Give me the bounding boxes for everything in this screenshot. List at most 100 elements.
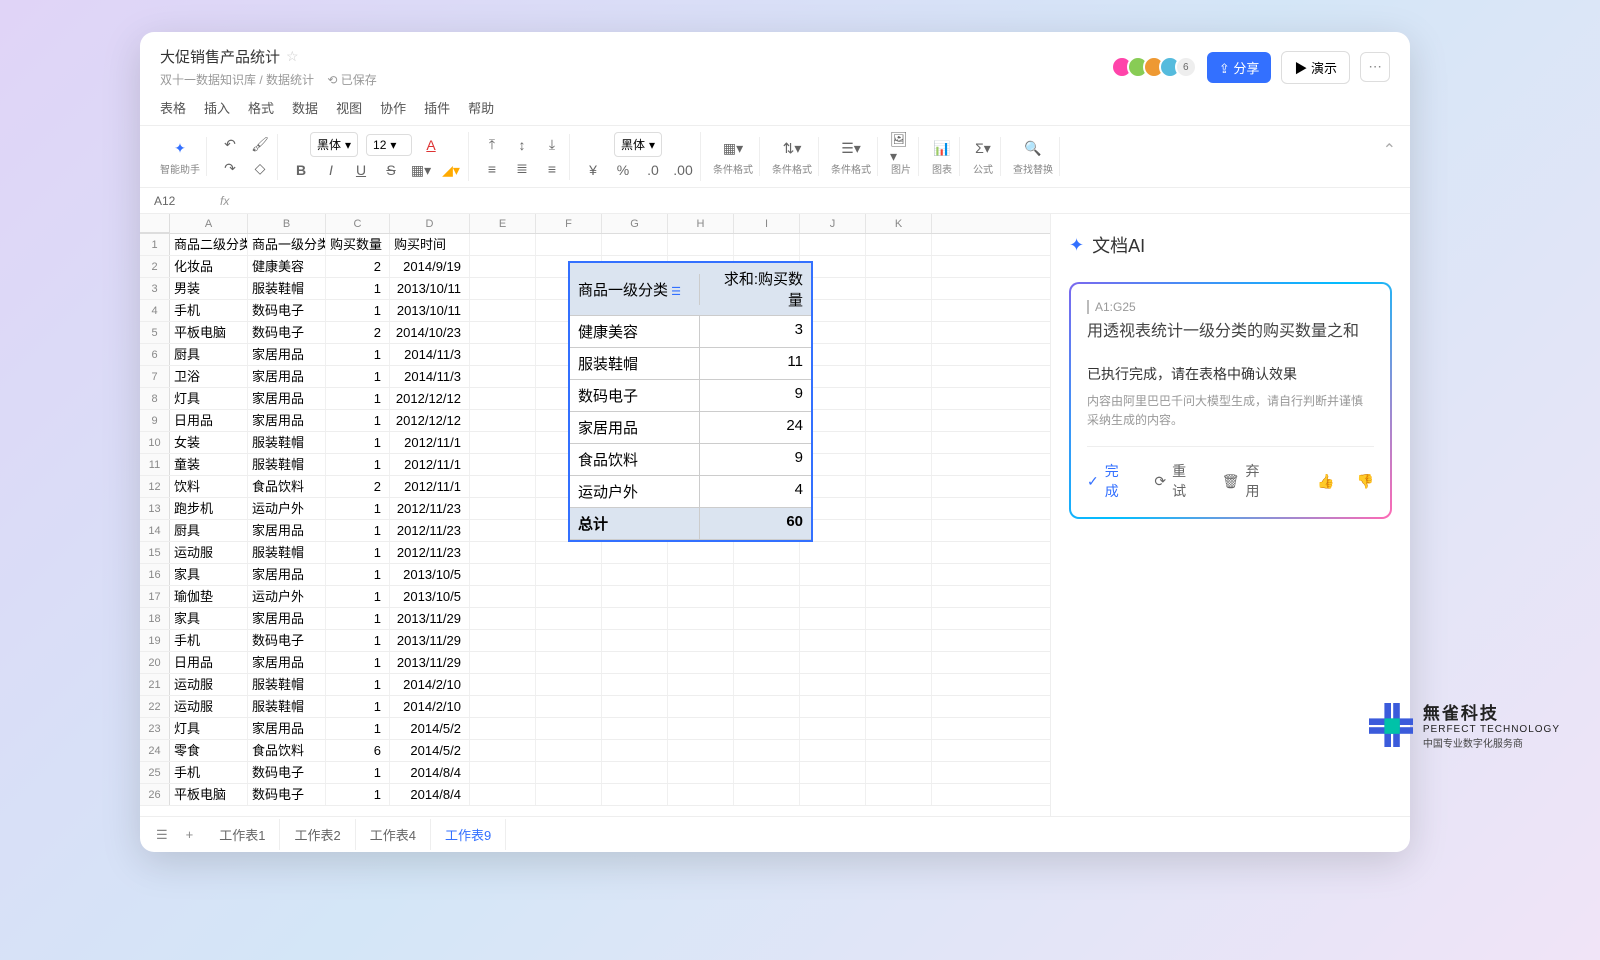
menu-插入[interactable]: 插入 bbox=[204, 98, 230, 117]
more-button[interactable]: ⋯ bbox=[1360, 52, 1390, 82]
fill-color-icon[interactable]: ◢▾ bbox=[440, 159, 462, 181]
table-row[interactable]: 19手机数码电子12013/11/29 bbox=[140, 630, 1050, 652]
thumbs-down-icon[interactable]: 👎 bbox=[1357, 473, 1374, 490]
filter-icon[interactable]: ☰▾ bbox=[840, 137, 862, 159]
col-header[interactable]: K bbox=[866, 214, 932, 233]
share-button[interactable]: ⇪ 分享 bbox=[1207, 52, 1272, 83]
tab-list-icon[interactable]: ☰ bbox=[150, 823, 174, 847]
table-row[interactable]: 18家具家居用品12013/11/29 bbox=[140, 608, 1050, 630]
col-header[interactable]: D bbox=[390, 214, 470, 233]
font-size-select[interactable]: 12 ▾ bbox=[366, 134, 412, 156]
col-header[interactable]: F bbox=[536, 214, 602, 233]
table-row[interactable]: 22运动服服装鞋帽12014/2/10 bbox=[140, 696, 1050, 718]
fx-label[interactable]: fx bbox=[210, 194, 239, 208]
table-row[interactable]: 24零食食品饮料62014/5/2 bbox=[140, 740, 1050, 762]
breadcrumb[interactable]: 双十一数据知识库 / 数据统计 bbox=[160, 73, 314, 87]
collaborator-avatars[interactable]: 6 bbox=[1117, 56, 1197, 78]
menu-bar: 表格插入格式数据视图协作插件帮助 bbox=[140, 92, 1410, 125]
vendor-badge: 無雀科技 PERFECT TECHNOLOGY 中国专业数字化服务商 bbox=[1369, 699, 1560, 750]
table-row[interactable]: 25手机数码电子12014/8/4 bbox=[140, 762, 1050, 784]
col-header[interactable]: A bbox=[170, 214, 248, 233]
ai-panel: ✦ 文档AI A1:G25 用透视表统计一级分类的购买数量之和 已执行完成，请在… bbox=[1050, 214, 1410, 816]
eraser-icon[interactable]: ◇ bbox=[249, 158, 271, 180]
table-row[interactable]: 23灯具家居用品12014/5/2 bbox=[140, 718, 1050, 740]
find-icon[interactable]: 🔍 bbox=[1022, 137, 1044, 159]
col-header[interactable]: C bbox=[326, 214, 390, 233]
filter-dropdown-icon[interactable]: ☰ bbox=[668, 283, 684, 299]
col-header[interactable]: E bbox=[470, 214, 536, 233]
sheet-tab[interactable]: 工作表1 bbox=[205, 819, 280, 850]
col-header[interactable]: J bbox=[800, 214, 866, 233]
ai-card: A1:G25 用透视表统计一级分类的购买数量之和 已执行完成，请在表格中确认效果… bbox=[1069, 282, 1392, 519]
dec-dec-icon[interactable]: .00 bbox=[672, 159, 694, 181]
formula-bar: A12 fx bbox=[140, 188, 1410, 214]
menu-数据[interactable]: 数据 bbox=[292, 98, 318, 117]
menu-表格[interactable]: 表格 bbox=[160, 98, 186, 117]
underline-icon[interactable]: U bbox=[350, 159, 372, 181]
ai-panel-title: ✦ 文档AI bbox=[1069, 232, 1392, 258]
sheet-tab[interactable]: 工作表4 bbox=[356, 819, 431, 850]
table-row[interactable]: 26平板电脑数码电子12014/8/4 bbox=[140, 784, 1050, 806]
menu-视图[interactable]: 视图 bbox=[336, 98, 362, 117]
ai-icon[interactable]: ✦ bbox=[169, 137, 191, 159]
strike-icon[interactable]: S bbox=[380, 159, 402, 181]
present-button[interactable]: ▶ 演示 bbox=[1281, 51, 1350, 84]
paintbrush-icon[interactable]: 🖌 bbox=[249, 134, 271, 156]
align-bottom-icon[interactable]: ⤓ bbox=[541, 134, 563, 156]
menu-协作[interactable]: 协作 bbox=[380, 98, 406, 117]
table-row[interactable]: 20日用品家居用品12013/11/29 bbox=[140, 652, 1050, 674]
sort-icon[interactable]: ⇅▾ bbox=[781, 137, 803, 159]
pivot-row[interactable]: 食品饮料9 bbox=[570, 444, 811, 476]
bold-icon[interactable]: B bbox=[290, 159, 312, 181]
italic-icon[interactable]: I bbox=[320, 159, 342, 181]
undo-icon[interactable]: ↶ bbox=[219, 134, 241, 156]
menu-插件[interactable]: 插件 bbox=[424, 98, 450, 117]
formula-icon[interactable]: Σ▾ bbox=[972, 137, 994, 159]
align-middle-icon[interactable]: ↕ bbox=[511, 134, 533, 156]
collapse-toolbar-icon[interactable]: ⌃ bbox=[1383, 140, 1396, 160]
font-color-icon[interactable]: A bbox=[420, 134, 442, 156]
align-right-icon[interactable]: ≡ bbox=[541, 158, 563, 180]
ai-discard-button[interactable]: 🗑 弃用 bbox=[1222, 461, 1273, 501]
cond-format-icon[interactable]: ▦▾ bbox=[722, 137, 744, 159]
menu-帮助[interactable]: 帮助 bbox=[468, 98, 494, 117]
ai-done-button[interactable]: ✓ 完成 bbox=[1087, 461, 1132, 501]
align-top-icon[interactable]: ⤒ bbox=[481, 134, 503, 156]
dec-inc-icon[interactable]: .0 bbox=[642, 159, 664, 181]
align-left-icon[interactable]: ≡ bbox=[481, 158, 503, 180]
spreadsheet[interactable]: ABCDEFGHIJK 1商品二级分类商品一级分类购买数量购买时间2化妆品健康美… bbox=[140, 214, 1050, 816]
col-header[interactable]: I bbox=[734, 214, 800, 233]
title-bar: 大促销售产品统计 ☆ 双十一数据知识库 / 数据统计 ⟲ 已保存 6 ⇪ 分享 … bbox=[140, 32, 1410, 92]
pivot-row[interactable]: 数码电子9 bbox=[570, 380, 811, 412]
table-row[interactable]: 17瑜伽垫运动户外12013/10/5 bbox=[140, 586, 1050, 608]
border-icon[interactable]: ▦▾ bbox=[410, 159, 432, 181]
pivot-row[interactable]: 服装鞋帽11 bbox=[570, 348, 811, 380]
image-icon[interactable]: 🖼▾ bbox=[890, 137, 912, 159]
align-center-icon[interactable]: ≣ bbox=[511, 158, 533, 180]
redo-icon[interactable]: ↷ bbox=[219, 158, 241, 180]
table-row[interactable]: 16家具家居用品12013/10/5 bbox=[140, 564, 1050, 586]
percent-icon[interactable]: % bbox=[612, 159, 634, 181]
cell-reference[interactable]: A12 bbox=[140, 194, 210, 208]
col-header[interactable]: G bbox=[602, 214, 668, 233]
table-row[interactable]: 15运动服服装鞋帽12012/11/23 bbox=[140, 542, 1050, 564]
pivot-table[interactable]: 商品一级分类☰ 求和:购买数量 健康美容3服装鞋帽11数码电子9家居用品24食品… bbox=[568, 261, 813, 542]
star-icon[interactable]: ☆ bbox=[286, 48, 299, 65]
add-tab-icon[interactable]: + bbox=[180, 823, 200, 846]
chart-icon[interactable]: 📊 bbox=[931, 137, 953, 159]
font2-select[interactable]: 黑体 ▾ bbox=[614, 132, 662, 157]
table-row[interactable]: 21运动服服装鞋帽12014/2/10 bbox=[140, 674, 1050, 696]
currency-icon[interactable]: ¥ bbox=[582, 159, 604, 181]
sheet-tabs: ☰ + 工作表1工作表2工作表4工作表9 bbox=[140, 816, 1410, 852]
ai-retry-button[interactable]: ⟳ 重试 bbox=[1154, 461, 1199, 501]
col-header[interactable]: H bbox=[668, 214, 734, 233]
thumbs-up-icon[interactable]: 👍 bbox=[1317, 473, 1334, 490]
col-header[interactable]: B bbox=[248, 214, 326, 233]
sheet-tab[interactable]: 工作表2 bbox=[280, 819, 355, 850]
pivot-row[interactable]: 家居用品24 bbox=[570, 412, 811, 444]
sheet-tab[interactable]: 工作表9 bbox=[431, 819, 506, 850]
pivot-row[interactable]: 健康美容3 bbox=[570, 316, 811, 348]
pivot-row[interactable]: 运动户外4 bbox=[570, 476, 811, 508]
font-select[interactable]: 黑体 ▾ bbox=[310, 132, 358, 157]
menu-格式[interactable]: 格式 bbox=[248, 98, 274, 117]
